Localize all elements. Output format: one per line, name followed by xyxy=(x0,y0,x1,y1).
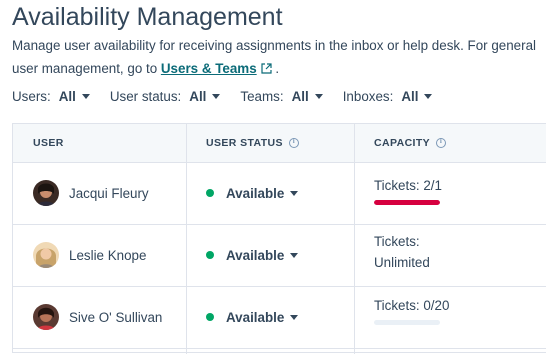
filter-user-status[interactable]: User status: All xyxy=(110,89,221,104)
header-capacity-label: CAPACITY xyxy=(374,137,431,149)
avatar xyxy=(33,304,59,330)
info-icon[interactable] xyxy=(436,137,447,148)
column-divider xyxy=(354,162,355,354)
info-icon[interactable] xyxy=(288,137,299,148)
header-capacity[interactable]: CAPACITY xyxy=(374,124,447,162)
caret-down-icon[interactable] xyxy=(81,94,90,99)
filter-inboxes-label: Inboxes: xyxy=(342,89,394,104)
filter-teams-label: Teams: xyxy=(240,89,284,104)
status-dropdown[interactable]: Available xyxy=(206,162,299,224)
external-link-icon[interactable] xyxy=(261,63,272,74)
page-description: Manage user availability for receiving a… xyxy=(12,34,540,80)
user-name: Sive O' Sullivan xyxy=(69,309,163,325)
capacity-fill xyxy=(374,200,440,205)
available-status-icon xyxy=(206,189,214,197)
available-status-icon xyxy=(206,251,214,259)
column-divider xyxy=(354,124,355,162)
status-dropdown[interactable]: Available xyxy=(206,224,299,286)
capacity-text: Tickets: xyxy=(374,234,420,249)
caret-down-icon[interactable] xyxy=(290,314,299,320)
caret-down-icon[interactable] xyxy=(314,94,323,99)
filter-teams-value[interactable]: All xyxy=(292,89,309,104)
filter-users-value[interactable]: All xyxy=(59,89,76,104)
table-row: Sive O' Sullivan Available Tickets: 0/20 xyxy=(13,286,546,349)
filter-users-label: Users: xyxy=(12,89,51,104)
header-user-status-label: USER STATUS xyxy=(206,137,283,149)
users-teams-link[interactable]: Users & Teams xyxy=(161,61,257,76)
capacity-bar xyxy=(374,200,440,205)
table-row: Leslie Knope Available Tickets: Unlimite… xyxy=(13,224,546,287)
status-value[interactable]: Available xyxy=(226,310,284,325)
caret-down-icon[interactable] xyxy=(424,94,433,99)
caret-down-icon[interactable] xyxy=(290,190,299,196)
status-value[interactable]: Available xyxy=(226,248,284,263)
user-cell: Jacqui Fleury xyxy=(33,162,149,224)
header-user-status[interactable]: USER STATUS xyxy=(206,124,299,162)
filter-inboxes-value[interactable]: All xyxy=(401,89,418,104)
description-end: . xyxy=(271,61,280,76)
header-user[interactable]: USER xyxy=(33,124,64,162)
availability-table: USER USER STATUS CAPACITY Jacqui Fleury … xyxy=(12,123,546,354)
avatar xyxy=(33,180,59,206)
status-value[interactable]: Available xyxy=(226,186,284,201)
column-divider xyxy=(186,124,187,162)
user-name: Leslie Knope xyxy=(69,247,147,263)
filter-users[interactable]: Users: All xyxy=(12,89,90,104)
table-header: USER USER STATUS CAPACITY xyxy=(13,124,546,163)
capacity-bar xyxy=(374,320,440,325)
status-dropdown[interactable]: Available xyxy=(206,286,299,348)
page-title: Availability Management xyxy=(12,3,283,31)
table-row: Jacqui Fleury Available Tickets: 2/1 xyxy=(13,162,546,225)
avatar xyxy=(33,242,59,268)
user-cell: Leslie Knope xyxy=(33,224,146,286)
caret-down-icon[interactable] xyxy=(212,94,221,99)
caret-down-icon[interactable] xyxy=(290,252,299,258)
capacity-text: Tickets: 0/20 xyxy=(374,298,450,313)
user-name: Jacqui Fleury xyxy=(69,185,149,201)
filter-inboxes[interactable]: Inboxes: All xyxy=(343,89,433,104)
filter-user-status-value[interactable]: All xyxy=(189,89,206,104)
user-cell: Sive O' Sullivan xyxy=(33,286,162,348)
filter-user-status-label: User status: xyxy=(109,89,182,104)
available-status-icon xyxy=(206,313,214,321)
capacity-text: Tickets: 2/1 xyxy=(374,178,442,193)
filter-bar: Users: All User status: All Teams: All I… xyxy=(12,89,452,104)
filter-teams[interactable]: Teams: All xyxy=(240,89,323,104)
capacity-text-unlimited: Unlimited xyxy=(374,255,430,270)
column-divider xyxy=(186,162,187,354)
